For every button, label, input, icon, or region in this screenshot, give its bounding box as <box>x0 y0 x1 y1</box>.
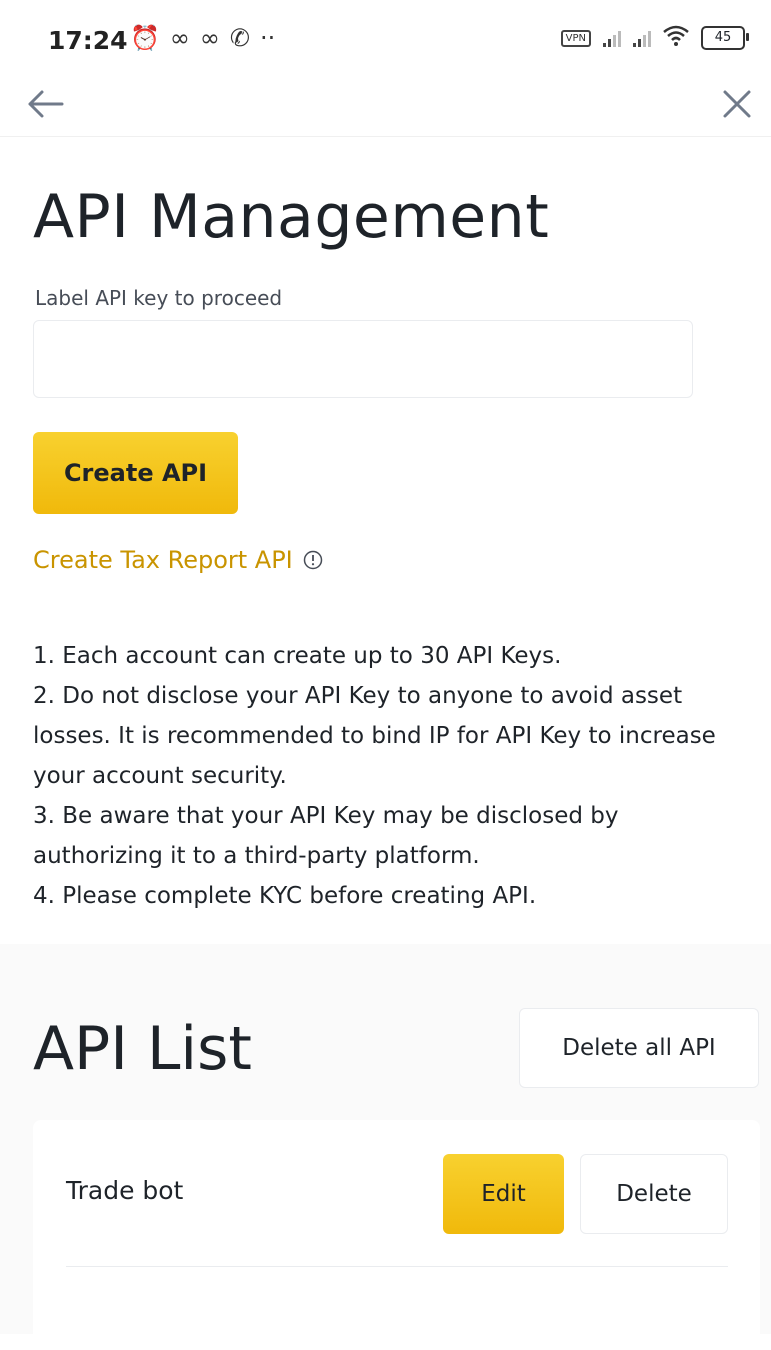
app-icon: ∞ <box>169 24 190 52</box>
delete-button[interactable]: Delete <box>580 1154 728 1234</box>
status-time: 17:24 <box>48 26 128 55</box>
system-icons: VPN 45 <box>560 24 749 52</box>
info-icon[interactable] <box>303 550 323 570</box>
page-title: API Management <box>33 182 550 252</box>
signal-icon <box>633 29 651 47</box>
create-api-button[interactable]: Create API <box>33 432 238 514</box>
api-label-input[interactable] <box>33 320 693 398</box>
note-item: 1. Each account can create up to 30 API … <box>33 643 562 669</box>
note-item: 4. Please complete KYC before creating A… <box>33 883 537 909</box>
note-item: 2. Do not disclose your API Key to anyon… <box>33 683 716 789</box>
note-item: 3. Be aware that your API Key may be dis… <box>33 803 619 869</box>
app-icon: ∞ <box>199 24 220 52</box>
notification-icons: ⏰ ∞ ∞ ✆ ·· <box>130 24 275 52</box>
close-icon[interactable] <box>715 82 759 126</box>
api-list-section: API List Delete all API Trade bot Edit D… <box>0 944 771 1350</box>
divider <box>66 1266 728 1267</box>
back-arrow-icon[interactable] <box>24 82 68 126</box>
api-notes: 1. Each account can create up to 30 API … <box>33 636 753 916</box>
signal-icon <box>603 29 621 47</box>
wifi-icon <box>663 24 689 52</box>
edit-button[interactable]: Edit <box>443 1154 564 1234</box>
create-tax-report-api-link[interactable]: Create Tax Report API <box>33 546 323 574</box>
alarm-icon: ⏰ <box>130 24 160 52</box>
delete-all-api-button[interactable]: Delete all API <box>519 1008 759 1088</box>
api-label-field-label: Label API key to proceed <box>35 286 283 310</box>
whatsapp-icon: ✆ <box>229 24 250 52</box>
vpn-icon: VPN <box>560 29 591 47</box>
battery-icon: 45 <box>701 26 749 50</box>
tax-report-link-label[interactable]: Create Tax Report API <box>33 546 293 574</box>
api-key-card: Trade bot Edit Delete <box>33 1120 760 1350</box>
top-nav-bar <box>0 76 771 137</box>
status-bar: 17:24 ⏰ ∞ ∞ ✆ ·· VPN 45 <box>0 0 771 80</box>
api-key-name: Trade bot <box>66 1176 184 1205</box>
more-dots-icon: ·· <box>260 24 276 52</box>
api-list-title: API List <box>33 1014 252 1084</box>
